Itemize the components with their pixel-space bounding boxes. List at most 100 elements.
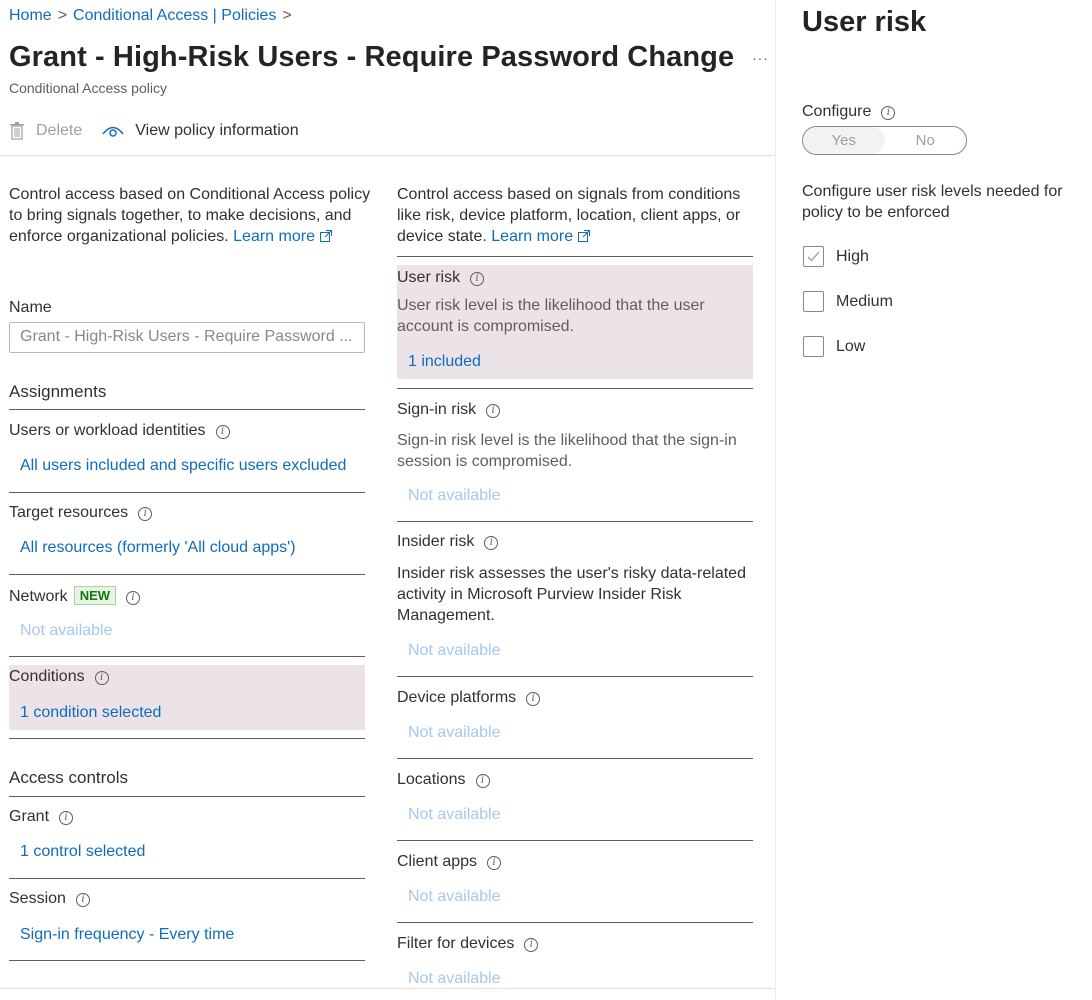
client-apps-label: Client apps i [397, 853, 502, 871]
insider-risk-label-text: Insider risk [397, 533, 475, 550]
breadcrumb-separator: > [57, 7, 68, 24]
risk-level-medium[interactable]: Medium [803, 291, 893, 312]
divider [9, 409, 365, 410]
divider [397, 758, 753, 759]
toolbar-divider [0, 155, 775, 156]
sign-in-risk-label-text: Sign-in risk [397, 401, 477, 418]
delete-label: Delete [36, 122, 83, 139]
toggle-no-option[interactable]: No [885, 127, 967, 154]
divider [397, 922, 753, 923]
user-risk-value-link[interactable]: 1 included [408, 353, 481, 371]
network-label-text: Network [9, 588, 68, 605]
client-apps-value: Not available [408, 888, 501, 905]
checkbox-low[interactable] [803, 336, 824, 357]
info-icon[interactable]: i [75, 893, 90, 907]
divider [397, 521, 753, 522]
info-icon[interactable]: i [475, 774, 490, 788]
risk-level-high[interactable]: High [803, 246, 869, 267]
learn-more-link[interactable]: Learn more [491, 228, 591, 245]
info-icon[interactable]: i [215, 425, 230, 439]
sign-in-risk-label: Sign-in risk i [397, 401, 501, 419]
toolbar: Delete View policy information [9, 122, 319, 140]
filter-for-devices-label: Filter for devices i [397, 935, 539, 953]
locations-label-text: Locations [397, 771, 466, 788]
delete-button[interactable]: Delete [9, 122, 82, 140]
risk-level-low[interactable]: Low [803, 336, 865, 357]
users-value-link[interactable]: All users included and specific users ex… [20, 457, 346, 475]
new-badge: NEW [73, 586, 117, 605]
info-icon[interactable]: i [881, 106, 896, 120]
device-platforms-label: Device platforms i [397, 689, 541, 707]
divider [9, 738, 365, 739]
insider-risk-description: Insider risk assesses the user's risky d… [397, 565, 746, 624]
access-controls-heading: Access controls [9, 768, 129, 787]
session-label-text: Session [9, 890, 66, 907]
filter-for-devices-label-text: Filter for devices [397, 935, 515, 952]
divider [397, 676, 753, 677]
insider-risk-label: Insider risk i [397, 533, 499, 551]
users-label: Users or workload identities i [9, 422, 230, 440]
view-policy-information-button[interactable]: View policy information [102, 122, 299, 140]
info-icon[interactable]: i [524, 938, 539, 952]
divider [9, 492, 365, 493]
external-link-icon [319, 230, 332, 242]
info-icon[interactable]: i [470, 272, 485, 286]
grant-label-text: Grant [9, 808, 50, 825]
locations-label: Locations i [397, 771, 490, 789]
checkbox-high[interactable] [803, 246, 824, 267]
network-value: Not available [20, 622, 113, 639]
info-icon[interactable]: i [59, 811, 74, 825]
risk-level-medium-label: Medium [836, 292, 893, 310]
checkmark-icon [807, 251, 820, 262]
breadcrumb-separator: > [282, 7, 292, 24]
toggle-yes-option[interactable]: Yes [803, 127, 885, 154]
info-icon[interactable]: i [526, 692, 541, 706]
info-icon[interactable]: i [138, 507, 153, 521]
info-icon[interactable]: i [487, 856, 502, 870]
info-icon[interactable]: i [94, 671, 109, 685]
breadcrumb-policies[interactable]: Conditional Access | Policies [73, 7, 276, 24]
info-icon[interactable]: i [486, 404, 501, 418]
network-label: Network NEW i [9, 586, 141, 606]
breadcrumb: Home > Conditional Access | Policies > [9, 7, 298, 25]
info-icon[interactable]: i [484, 536, 499, 550]
session-label: Session i [9, 890, 90, 908]
divider [9, 656, 365, 657]
filter-for-devices-value: Not available [408, 970, 501, 987]
conditions-description: Control access based on signals from con… [397, 184, 757, 247]
info-icon[interactable]: i [126, 591, 141, 605]
device-platforms-value: Not available [408, 724, 501, 741]
session-value-link[interactable]: Sign-in frequency - Every time [20, 926, 234, 944]
policy-name-input[interactable]: Grant - High-Risk Users - Require Passwo… [9, 322, 365, 353]
breadcrumb-home[interactable]: Home [9, 7, 52, 24]
divider [397, 256, 753, 257]
grant-value-link[interactable]: 1 control selected [20, 843, 145, 861]
user-risk-label: User risk i [397, 269, 485, 287]
learn-more-link[interactable]: Learn more [233, 228, 332, 245]
users-label-text: Users or workload identities [9, 422, 206, 439]
user-risk-description: User risk level is the likelihood that t… [397, 297, 705, 335]
checkbox-medium[interactable] [803, 291, 824, 312]
sign-in-risk-description: Sign-in risk level is the likelihood tha… [397, 432, 737, 470]
conditions-label: Conditions i [9, 668, 109, 686]
conditions-value-link[interactable]: 1 condition selected [20, 704, 161, 722]
conditions-label-text: Conditions [9, 668, 85, 685]
configure-toggle[interactable]: Yes No [802, 126, 967, 155]
divider [9, 574, 365, 575]
configure-label: Configure i [802, 103, 896, 121]
client-apps-label-text: Client apps [397, 853, 478, 870]
sign-in-risk-value: Not available [408, 487, 501, 504]
more-options-button[interactable]: ··· [752, 50, 769, 66]
risk-levels-label: Configure user risk levels needed for po… [802, 183, 1063, 221]
grant-label: Grant i [9, 808, 74, 826]
user-risk-panel: User risk Configure i Yes No Configure us… [775, 0, 1092, 1000]
divider [9, 960, 365, 961]
target-resources-value-link[interactable]: All resources (formerly 'All cloud apps'… [20, 539, 296, 557]
divider [9, 878, 365, 879]
panel-title: User risk [802, 6, 927, 38]
target-resources-label-text: Target resources [9, 504, 129, 521]
learn-more-label: Learn more [233, 228, 315, 245]
divider [9, 796, 365, 797]
eye-icon [102, 126, 124, 137]
locations-value: Not available [408, 806, 501, 823]
